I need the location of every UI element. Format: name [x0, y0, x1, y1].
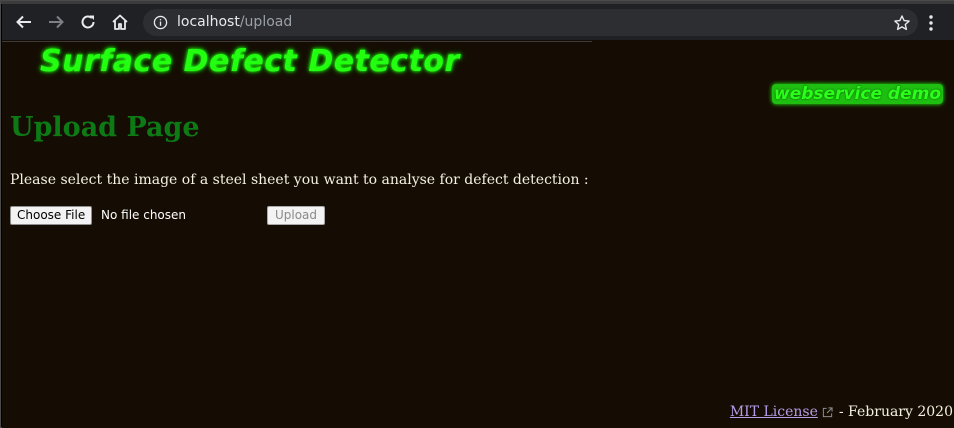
info-icon[interactable]: [153, 15, 168, 30]
star-icon[interactable]: [893, 14, 911, 32]
mit-license-link[interactable]: MIT License: [730, 404, 818, 420]
browser-window: localhost/upload Surface Defect Detector…: [0, 0, 954, 428]
arrow-right-icon: [49, 15, 64, 29]
url-path: /upload: [239, 14, 293, 30]
url-text[interactable]: localhost/upload: [177, 14, 292, 30]
browser-toolbar: localhost/upload: [2, 4, 954, 40]
back-button[interactable]: [12, 10, 36, 34]
address-bar[interactable]: localhost/upload: [143, 9, 918, 36]
url-host: localhost: [177, 14, 240, 30]
upload-instruction: Please select the image of a steel sheet…: [10, 172, 589, 188]
forward-button[interactable]: [44, 10, 68, 34]
demo-badge: webservice demo: [772, 84, 943, 104]
footer-date: - February 2020: [838, 404, 953, 420]
page-title: Upload Page: [10, 112, 200, 143]
home-button[interactable]: [108, 10, 132, 34]
external-link-icon: [822, 406, 833, 417]
choose-file-button[interactable]: Choose File: [10, 206, 93, 225]
home-icon: [112, 14, 128, 30]
site-logo: Surface Defect Detector: [40, 44, 460, 79]
upload-button[interactable]: Upload: [267, 206, 325, 225]
arrow-left-icon: [16, 15, 31, 29]
file-status-text: No file chosen: [101, 208, 187, 222]
page-content: Surface Defect Detector webservice demo …: [2, 40, 954, 428]
header-divider: [2, 41, 592, 42]
reload-icon: [81, 15, 95, 29]
reload-button[interactable]: [76, 10, 100, 34]
page-footer: MIT License - February 2020: [730, 404, 953, 420]
kebab-menu-icon[interactable]: [922, 13, 940, 33]
